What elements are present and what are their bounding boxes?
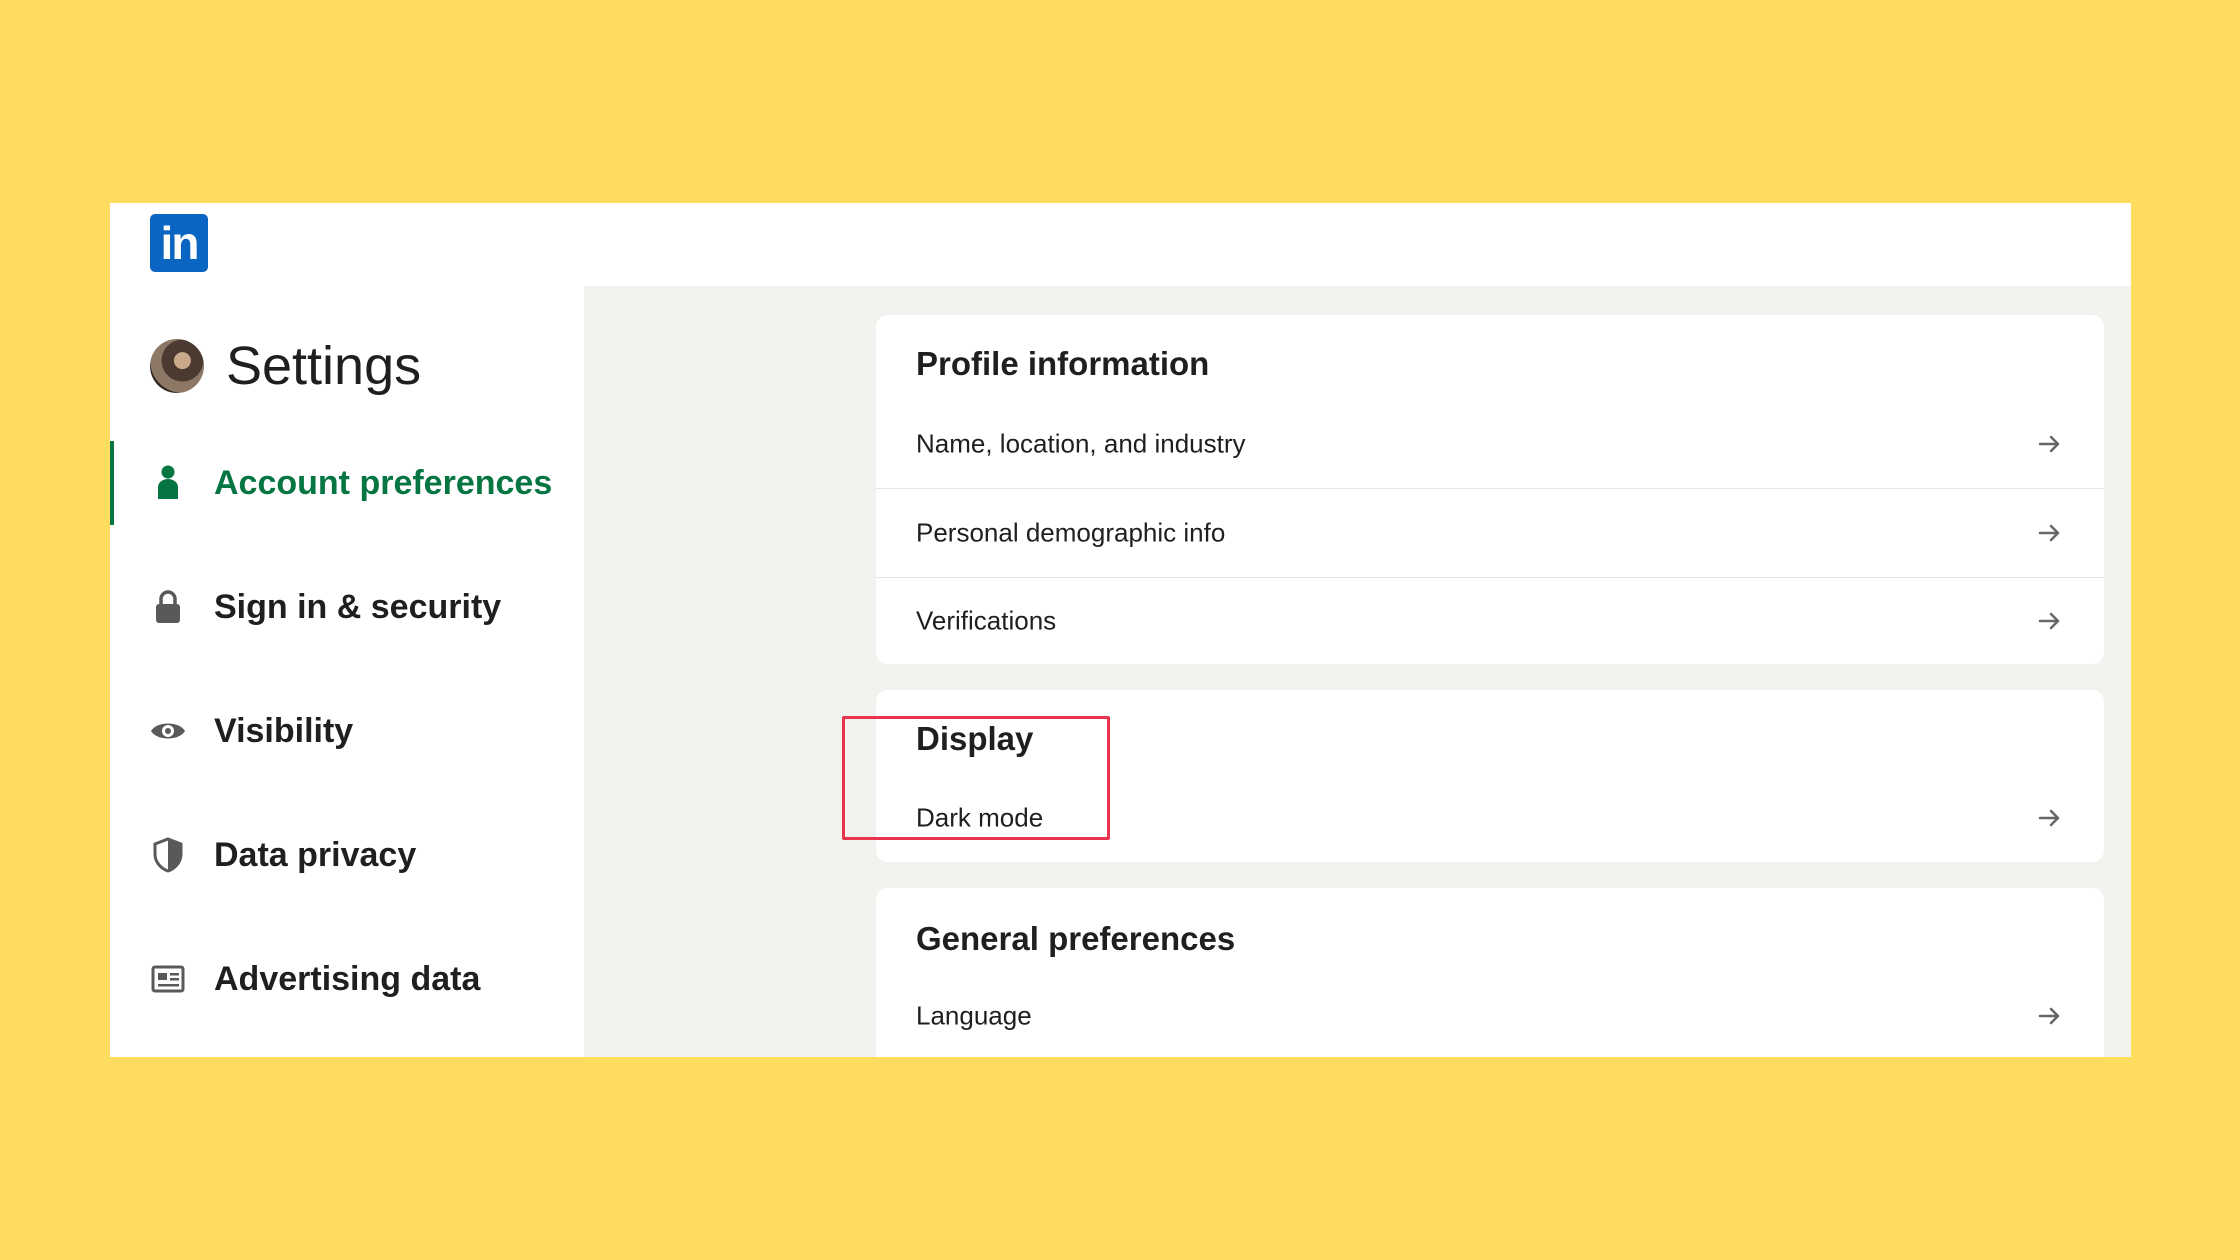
- top-bar: in: [110, 203, 2131, 286]
- person-icon: [150, 465, 186, 501]
- row-personal-demographic-info[interactable]: Personal demographic info: [876, 489, 2104, 577]
- page-title: Settings: [226, 336, 422, 396]
- row-name-location-industry[interactable]: Name, location, and industry: [876, 400, 2104, 488]
- sidebar-item-account-preferences[interactable]: Account preferences: [110, 441, 584, 525]
- arrow-right-icon: [2038, 524, 2060, 542]
- linkedin-logo[interactable]: in: [150, 214, 208, 272]
- settings-sidebar: Settings Account preferences Sign in & s…: [110, 286, 584, 1057]
- avatar[interactable]: [150, 339, 204, 393]
- sidebar-item-label: Advertising data: [214, 959, 481, 998]
- row-label: Personal demographic info: [916, 517, 1226, 548]
- row-language[interactable]: Language: [876, 972, 2104, 1057]
- arrow-right-icon: [2038, 435, 2060, 453]
- newspaper-icon: [150, 961, 186, 997]
- sidebar-item-label: Visibility: [214, 711, 354, 750]
- sidebar-item-label: Account preferences: [214, 463, 553, 502]
- sidebar-item-sign-in-security[interactable]: Sign in & security: [110, 565, 584, 649]
- sidebar-item-label: Data privacy: [214, 835, 417, 874]
- row-label: Verifications: [916, 605, 1057, 636]
- sidebar-item-visibility[interactable]: Visibility: [110, 689, 584, 773]
- arrow-right-icon: [2038, 809, 2060, 827]
- profile-information-card: Profile information Name, location, and …: [876, 315, 2104, 664]
- section-title: General preferences: [916, 920, 1236, 957]
- shield-icon: [150, 837, 186, 873]
- row-verifications[interactable]: Verifications: [876, 577, 2104, 665]
- lock-icon: [150, 589, 186, 625]
- settings-window: in Settings Account preferences Sign in …: [110, 203, 2131, 1057]
- section-title: Profile information: [916, 345, 1210, 382]
- sidebar-item-advertising-data[interactable]: Advertising data: [110, 937, 584, 1021]
- arrow-right-icon: [2038, 1007, 2060, 1025]
- settings-header: Settings: [150, 336, 421, 396]
- highlight-box: [842, 716, 1110, 840]
- row-label: Language: [916, 1000, 1032, 1031]
- row-label: Name, location, and industry: [916, 428, 1246, 459]
- eye-icon: [150, 713, 186, 749]
- sidebar-item-data-privacy[interactable]: Data privacy: [110, 813, 584, 897]
- arrow-right-icon: [2038, 612, 2060, 630]
- sidebar-item-label: Sign in & security: [214, 587, 502, 626]
- general-preferences-card: General preferences Language: [876, 888, 2104, 1057]
